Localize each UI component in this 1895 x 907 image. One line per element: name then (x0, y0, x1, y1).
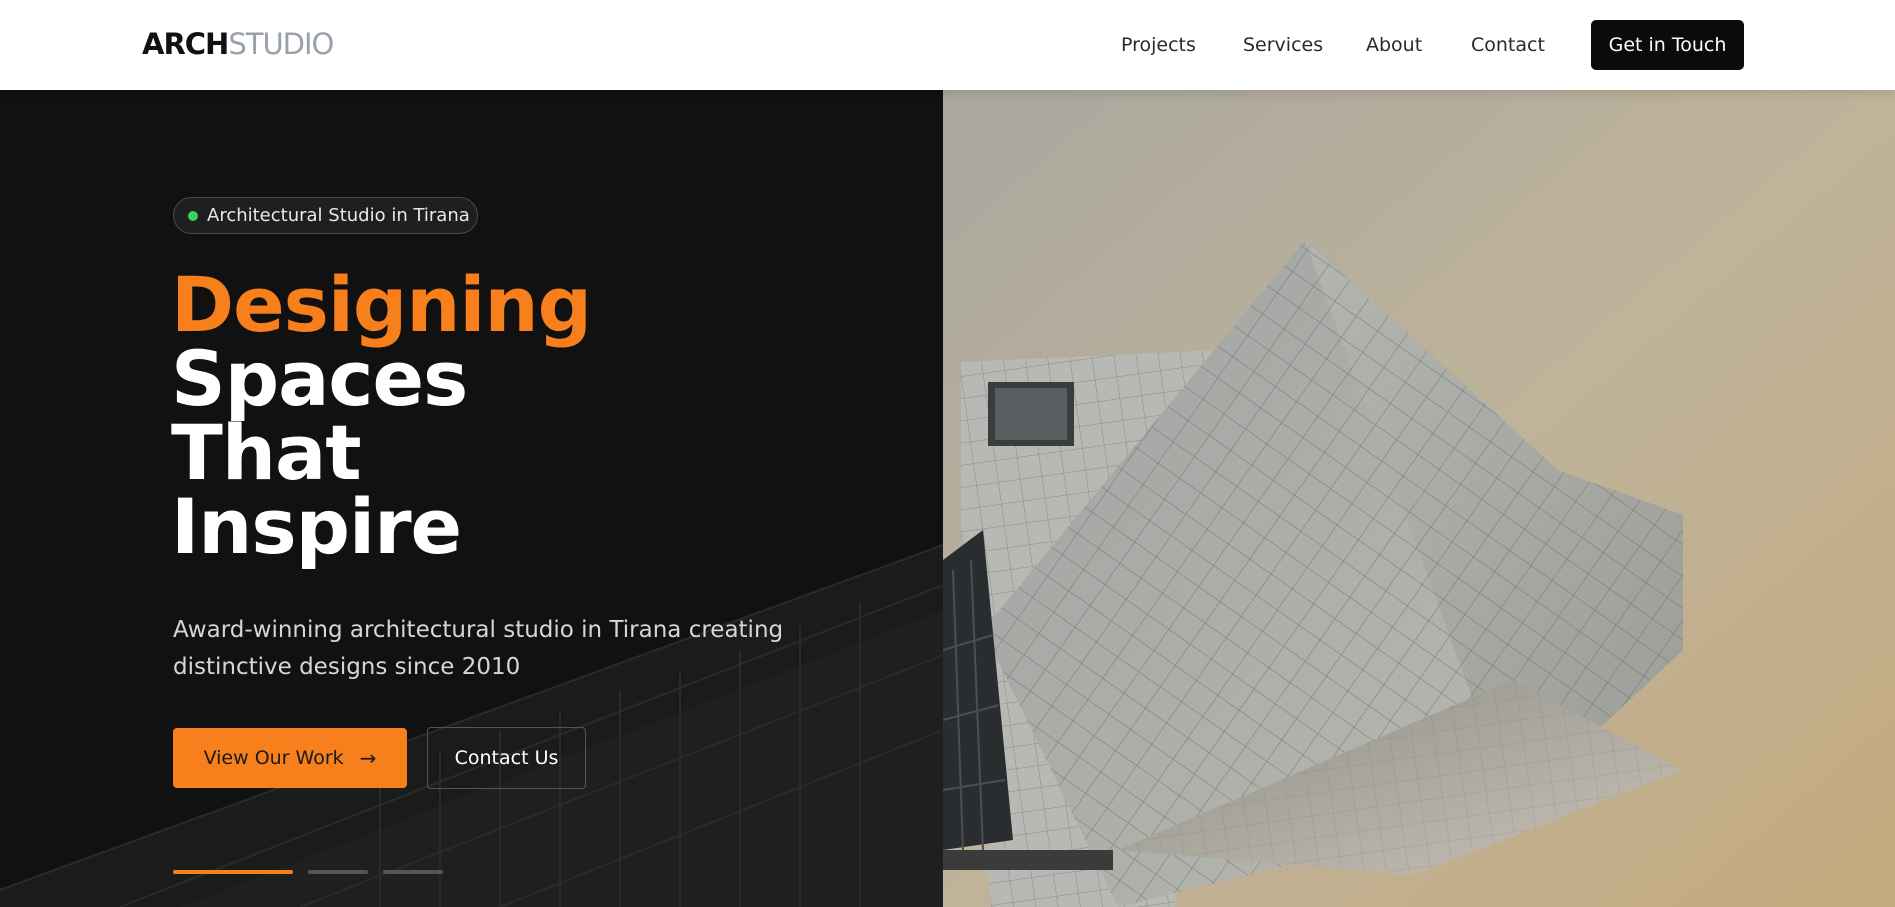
slide-indicator-3[interactable] (383, 870, 443, 874)
location-badge: Architectural Studio in Tirana (173, 197, 478, 234)
site-header: ARCHSTUDIO Projects Services About Conta… (0, 0, 1895, 90)
contact-us-button[interactable]: Contact Us (427, 727, 586, 789)
hero-subtitle: Award-winning architectural studio in Ti… (173, 617, 784, 680)
slide-indicator-2[interactable] (308, 870, 368, 874)
headline-line-4: Inspire (171, 482, 462, 571)
view-our-work-button[interactable]: View Our Work → (173, 728, 407, 788)
headline-line-1: Designing (171, 260, 592, 349)
logo-part2: STUDIO (228, 27, 334, 61)
logo-part1: ARCH (142, 27, 229, 61)
status-dot-icon (188, 210, 198, 221)
get-in-touch-button[interactable]: Get in Touch (1591, 20, 1744, 70)
view-our-work-label: View Our Work (203, 747, 344, 769)
nav-about[interactable]: About (1366, 33, 1422, 57)
slide-indicator-1[interactable] (173, 870, 293, 874)
arrow-right-icon: → (359, 746, 377, 770)
headline-line-3: That (171, 408, 362, 497)
badge-text: Architectural Studio in Tirana (207, 205, 470, 226)
nav-services[interactable]: Services (1243, 33, 1323, 57)
hero-image (943, 90, 1895, 907)
hero-headline: Designing Spaces That Inspire (171, 260, 592, 571)
architecture-photo (943, 90, 1895, 907)
headline-line-2: Spaces (171, 334, 468, 423)
hero-text-panel: Architectural Studio in Tirana Designing… (0, 90, 943, 907)
nav-projects[interactable]: Projects (1121, 33, 1196, 57)
logo[interactable]: ARCHSTUDIO (142, 26, 334, 62)
nav-contact[interactable]: Contact (1471, 33, 1545, 57)
